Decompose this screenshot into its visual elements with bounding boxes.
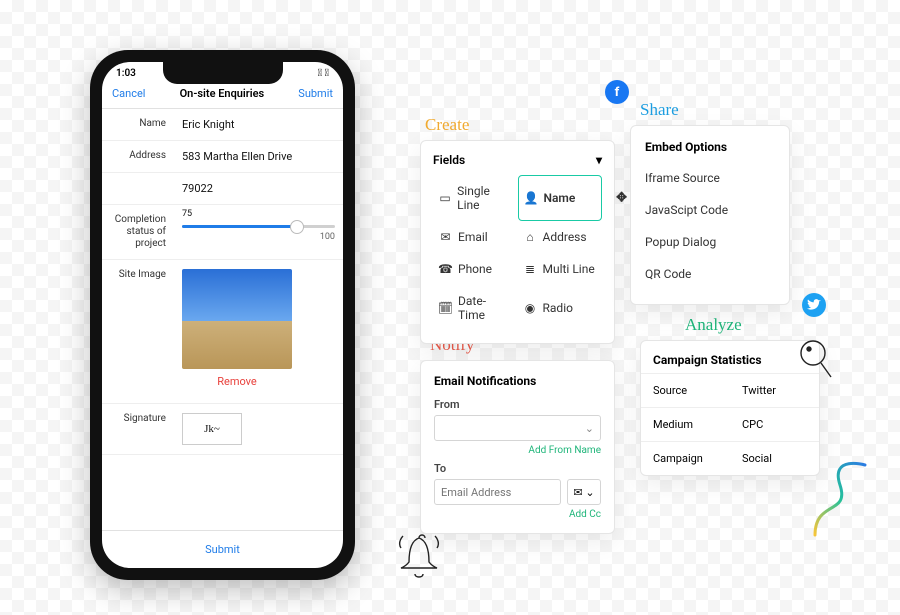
page-title: On-site Enquiries: [180, 87, 265, 100]
twitter-icon[interactable]: [802, 293, 826, 317]
fields-title: Fields: [433, 153, 465, 167]
zip-field[interactable]: 79022: [174, 173, 343, 204]
status-icons: 􀙇 􀛨: [318, 68, 329, 79]
field-label: Date-Time: [458, 294, 512, 322]
field-label: Email: [458, 230, 488, 244]
move-icon[interactable]: ✥: [616, 191, 627, 206]
field-radio[interactable]: ◉ Radio: [518, 285, 603, 331]
stat-key: Medium: [641, 408, 730, 441]
siteimg-label: Site Image: [102, 260, 174, 403]
opt-popup[interactable]: Popup Dialog: [645, 226, 775, 258]
signature-box[interactable]: Jk~: [182, 413, 242, 445]
field-label: Name: [544, 191, 576, 205]
magnify-doodle: [795, 335, 839, 387]
section-share: Share: [640, 100, 679, 120]
address-label: Address: [102, 141, 174, 172]
bell-doodle: [395, 530, 443, 590]
form-body: Name Eric Knight Address 583 Martha Elle…: [102, 109, 343, 530]
analyze-title: Campaign Statistics: [641, 341, 819, 373]
single-line-icon: ▭: [439, 192, 451, 205]
signature-cell: Jk~: [174, 404, 343, 454]
field-single-line[interactable]: ▭ Single Line: [433, 175, 518, 221]
completion-slider-wrap: 75 100: [174, 205, 343, 259]
notify-title: Email Notifications: [434, 374, 601, 388]
slider-value: 75: [182, 209, 192, 219]
calendar-icon: 🗓: [439, 302, 452, 315]
add-from-name-link[interactable]: Add From Name: [434, 445, 601, 456]
person-icon: 👤: [525, 192, 538, 205]
field-name[interactable]: 👤Name✥: [518, 175, 603, 221]
phone-icon: ☎: [439, 263, 452, 276]
site-image[interactable]: [182, 269, 292, 369]
squiggle-doodle: [810, 460, 870, 540]
field-label: Address: [543, 230, 587, 244]
phone-notch: [163, 62, 283, 84]
field-email[interactable]: ✉ Email: [433, 221, 518, 253]
field-phone[interactable]: ☎ Phone: [433, 253, 518, 285]
opt-js[interactable]: JavaScipt Code: [645, 194, 775, 226]
slider-max: 100: [320, 232, 335, 242]
clock: 1:03: [116, 68, 136, 79]
table-row: MediumCPC: [641, 407, 819, 441]
table-row: CampaignSocial: [641, 441, 819, 475]
fields-card: Fields ▾ ▭Single Line 👤Name✥ ✉Email ⌂Add…: [420, 140, 615, 344]
section-analyze: Analyze: [685, 315, 742, 335]
mail-icon: ✉: [439, 231, 452, 244]
opt-qr[interactable]: QR Code: [645, 258, 775, 290]
to-email-input[interactable]: [434, 479, 561, 505]
remove-image-button[interactable]: Remove: [182, 369, 292, 394]
notify-card: Email Notifications From ⌄ Add From Name…: [420, 360, 615, 534]
from-label: From: [434, 398, 601, 411]
field-label: Single Line: [457, 184, 511, 212]
signature-label: Signature: [102, 404, 174, 454]
phone-frame: 1:03 􀙇 􀛨 Cancel On-site Enquiries Submit…: [90, 50, 355, 580]
caret-down-icon[interactable]: ▾: [596, 153, 602, 167]
stat-key: Source: [641, 374, 730, 407]
address-icon: ⌂: [524, 231, 537, 244]
phone-screen: 1:03 􀙇 􀛨 Cancel On-site Enquiries Submit…: [102, 62, 343, 568]
completion-label: Completion status of project: [102, 205, 174, 259]
add-cc-link[interactable]: Add Cc: [434, 509, 601, 520]
zip-label: [102, 173, 174, 204]
multiline-icon: ≣: [524, 263, 537, 276]
address-field[interactable]: 583 Martha Ellen Drive: [174, 141, 343, 172]
name-field[interactable]: Eric Knight: [174, 109, 343, 140]
completion-slider[interactable]: [182, 225, 335, 228]
stat-val: Social: [730, 442, 819, 475]
share-card: Embed Options Iframe Source JavaScipt Co…: [630, 125, 790, 305]
siteimg-cell: Remove: [174, 260, 343, 403]
to-label: To: [434, 462, 601, 475]
field-label: Radio: [543, 301, 573, 315]
chevron-down-icon: ⌄: [585, 422, 594, 435]
stat-key: Campaign: [641, 442, 730, 475]
cancel-button[interactable]: Cancel: [112, 87, 145, 100]
stat-val: CPC: [730, 408, 819, 441]
facebook-icon[interactable]: f: [605, 80, 629, 104]
field-multi-line[interactable]: ≣ Multi Line: [518, 253, 603, 285]
field-date-time[interactable]: 🗓 Date-Time: [433, 285, 518, 331]
submit-button-top[interactable]: Submit: [298, 87, 333, 100]
submit-button-bottom[interactable]: Submit: [102, 530, 343, 568]
from-select[interactable]: ⌄: [434, 415, 601, 441]
field-label: Phone: [458, 262, 492, 276]
table-row: SourceTwitter: [641, 373, 819, 407]
share-title: Embed Options: [645, 140, 775, 154]
name-label: Name: [102, 109, 174, 140]
radio-icon: ◉: [524, 302, 537, 315]
email-type-select[interactable]: ✉ ⌄: [567, 479, 601, 505]
section-create: Create: [425, 115, 469, 135]
field-label: Multi Line: [543, 262, 595, 276]
analyze-card: Campaign Statistics SourceTwitter Medium…: [640, 340, 820, 476]
field-address[interactable]: ⌂ Address: [518, 221, 603, 253]
opt-iframe[interactable]: Iframe Source: [645, 162, 775, 194]
stats-table: SourceTwitter MediumCPC CampaignSocial: [641, 373, 819, 475]
